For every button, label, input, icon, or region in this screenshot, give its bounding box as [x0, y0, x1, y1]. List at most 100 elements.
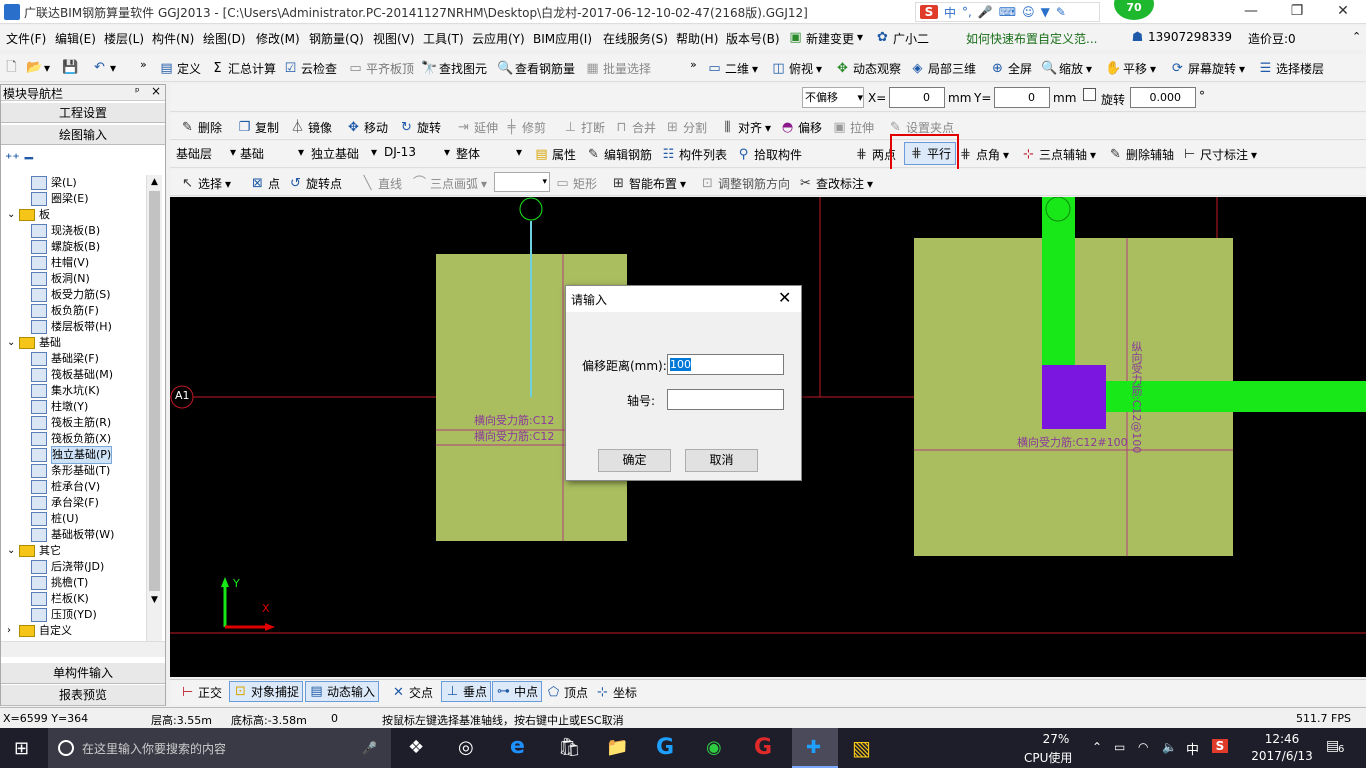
orbit-button[interactable]: ✥ 动态观察: [835, 60, 901, 77]
delete-button[interactable]: ✎ 删除: [180, 119, 222, 136]
pin-icon[interactable]: ᵖ: [135, 85, 140, 98]
beam-horizontal[interactable]: [1075, 381, 1366, 412]
app-swirl-icon[interactable]: ◎: [458, 737, 474, 758]
mirror-button[interactable]: ⏃ 镜像: [290, 119, 332, 136]
element-select[interactable]: DJ-13 ▾: [384, 145, 450, 159]
undo-icon[interactable]: ↶ ▾: [92, 60, 116, 75]
explorer-icon[interactable]: 📁: [606, 737, 628, 758]
trim-button[interactable]: ╪ 修剪: [504, 119, 546, 136]
tree-item[interactable]: 板洞(N): [7, 271, 147, 287]
merge-button[interactable]: ⊓ 合并: [614, 119, 656, 136]
select-dropdown[interactable]: ↖ 选择 ▾: [180, 175, 231, 192]
menu-view[interactable]: 视图(V): [373, 30, 415, 47]
new-change-menu[interactable]: ▣ 新建变更 ▾: [788, 30, 863, 47]
axis-number-input[interactable]: [667, 389, 784, 410]
open-file-icon[interactable]: 📂 ▾: [26, 60, 50, 75]
tree-item[interactable]: 柱帽(V): [7, 255, 147, 271]
input-lang[interactable]: 中: [1186, 739, 1199, 758]
tree-item[interactable]: 承台梁(F): [7, 495, 147, 511]
zoom-dropdown[interactable]: 🔍 缩放 ▾: [1041, 60, 1092, 77]
delete-axis-button[interactable]: ✎ 删除辅轴: [1108, 146, 1174, 163]
floor-select[interactable]: 基础层 ▾: [176, 145, 236, 162]
expand-all-icon[interactable]: ⁺⁺ ━: [5, 151, 33, 167]
find-element-button[interactable]: 🔭 查找图元: [421, 60, 487, 77]
tree-expand-icon[interactable]: ⌄: [7, 335, 17, 351]
tree-item[interactable]: 桩(U): [7, 511, 147, 527]
edit-annotation-dropdown[interactable]: ✂ 查改标注 ▾: [798, 175, 873, 192]
menu-draw[interactable]: 绘图(D): [203, 30, 246, 47]
punct-icon[interactable]: °,: [962, 5, 972, 19]
axis-bubble-top[interactable]: [519, 197, 543, 221]
sum-calc-button[interactable]: Σ 汇总计算: [210, 60, 276, 77]
user-icon[interactable]: ☺: [1022, 5, 1035, 19]
menu-version[interactable]: 版本号(B): [726, 30, 780, 47]
tree-item[interactable]: 筏板负筋(X): [7, 431, 147, 447]
menu-online[interactable]: 在线服务(S): [603, 30, 668, 47]
menu-help[interactable]: 帮助(H): [676, 30, 718, 47]
menu-tools[interactable]: 工具(T): [423, 30, 464, 47]
glodon-red-icon[interactable]: G: [754, 735, 772, 760]
menu-cloud[interactable]: 云应用(Y): [472, 30, 525, 47]
tree-folder[interactable]: ⌄ 基础: [7, 335, 147, 351]
nav-close-icon[interactable]: ×: [151, 84, 161, 98]
section-project-settings[interactable]: 工程设置: [1, 103, 165, 123]
y-input[interactable]: 0: [994, 87, 1050, 108]
maximize-button[interactable]: ❐: [1274, 0, 1320, 24]
perpendicular-button[interactable]: ⊥ 垂点: [441, 681, 492, 702]
tree-item[interactable]: 基础板带(W): [7, 527, 147, 543]
adjust-rebar-direction-button[interactable]: ⊡ 调整钢筋方向: [700, 175, 790, 192]
three-point-arc-dropdown[interactable]: ⌒ 三点画弧 ▾: [412, 175, 487, 192]
ok-button[interactable]: 确定: [598, 449, 671, 472]
align-dropdown[interactable]: ⫼ 对齐 ▾: [720, 119, 772, 136]
edge-icon[interactable]: e: [510, 734, 525, 759]
overflow-icon[interactable]: »: [140, 58, 147, 71]
pan-dropdown[interactable]: ✋ 平移 ▾: [1105, 60, 1156, 77]
rectangle-button[interactable]: ▭ 矩形: [555, 175, 597, 192]
dynamic-input-button[interactable]: ▤ 动态输入: [305, 681, 380, 702]
align-slab-button[interactable]: ▭ 平齐板顶: [348, 60, 414, 77]
tree-folder[interactable]: ⌄ 其它: [7, 543, 147, 559]
coordinate-button[interactable]: ⊹ 坐标: [595, 684, 637, 701]
tree-item[interactable]: 条形基础(T): [7, 463, 147, 479]
close-button[interactable]: ✕: [1320, 0, 1366, 24]
store-icon[interactable]: 🛍: [558, 737, 581, 758]
menu-collapse-icon[interactable]: ⌃: [1352, 30, 1361, 43]
tree-item[interactable]: 板负筋(F): [7, 303, 147, 319]
tree-item[interactable]: 柱墩(Y): [7, 399, 147, 415]
screen-rotate-dropdown[interactable]: ⟳ 屏幕旋转 ▾: [1170, 60, 1245, 77]
mic-icon-taskbar[interactable]: 🎤: [362, 741, 377, 755]
tree-folder[interactable]: › 自定义: [7, 623, 147, 639]
browser-green-icon[interactable]: ◉: [706, 737, 722, 758]
tree-item[interactable]: 筏板基础(M): [7, 367, 147, 383]
tree-item[interactable]: 圈梁(E): [7, 191, 147, 207]
new-file-icon[interactable]: 🗋: [4, 60, 19, 75]
category-select[interactable]: 基础 ▾: [240, 145, 304, 162]
save-icon[interactable]: 💾: [62, 60, 78, 75]
tree-item[interactable]: 挑檐(T): [7, 575, 147, 591]
rotate-point-button[interactable]: ↺ 旋转点: [288, 175, 342, 192]
tree-hscrollbar[interactable]: [1, 641, 165, 657]
tree-item[interactable]: 栏板(K): [7, 591, 147, 607]
move-button[interactable]: ✥ 移动: [346, 119, 388, 136]
split-button[interactable]: ⊞ 分割: [665, 119, 707, 136]
cancel-button[interactable]: 取消: [685, 449, 758, 472]
wifi-icon[interactable]: ◠: [1138, 740, 1148, 754]
taskbar-search[interactable]: 在这里输入你要搜索的内容 🎤: [48, 728, 391, 768]
type-select[interactable]: 独立基础 ▾: [311, 145, 377, 162]
tree-item[interactable]: 现浇板(B): [7, 223, 147, 239]
menu-file[interactable]: 文件(F): [6, 30, 46, 47]
smart-layout-dropdown[interactable]: ⊞ 智能布置 ▾: [611, 175, 686, 192]
x-input[interactable]: 0: [889, 87, 945, 108]
tree-expand-icon[interactable]: ⌄: [7, 543, 17, 559]
extend-button[interactable]: ⇥ 延伸: [456, 119, 498, 136]
view-2d-dropdown[interactable]: ▭ 二维 ▾: [707, 60, 758, 77]
scroll-up-icon[interactable]: ▲: [147, 177, 162, 187]
rotate-button[interactable]: ↻ 旋转: [399, 119, 441, 136]
menu-floor[interactable]: 楼层(L): [104, 30, 144, 47]
tree-item[interactable]: 后浇带(JD): [7, 559, 147, 575]
volume-icon[interactable]: 🔈: [1162, 740, 1177, 754]
tree-item[interactable]: 楼层板带(H): [7, 319, 147, 335]
offset-mode-select[interactable]: 不偏移 ▾: [802, 87, 864, 108]
define-button[interactable]: ▤ 定义: [159, 60, 201, 77]
tree-item[interactable]: 独立基础(P): [7, 446, 147, 464]
